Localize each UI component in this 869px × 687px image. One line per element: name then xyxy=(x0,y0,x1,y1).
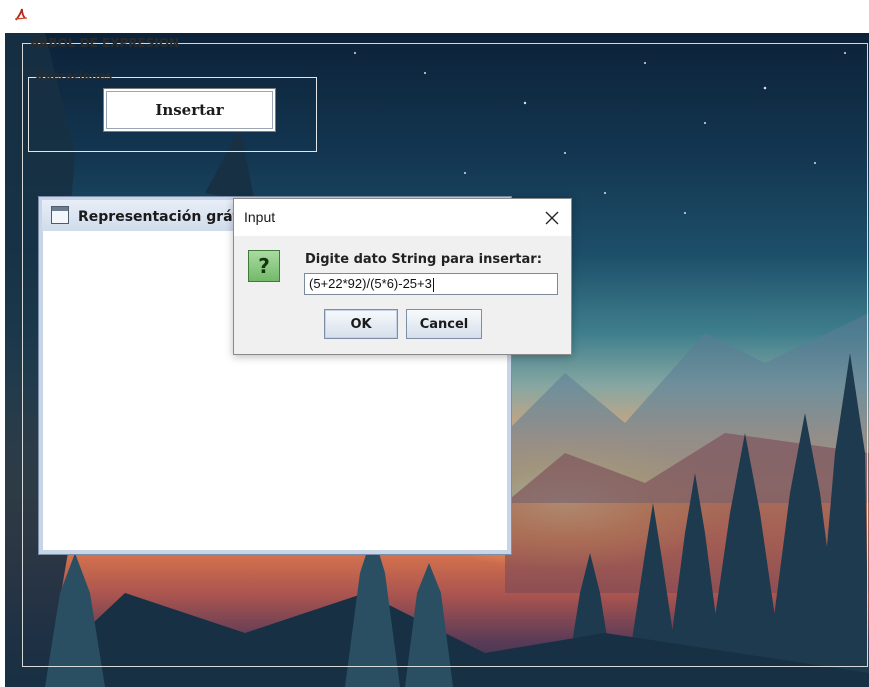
prompt-label: Digite dato String para insertar: xyxy=(305,252,542,267)
window-icon xyxy=(51,206,69,224)
input-dialog: Input ? Digite dato String para insertar… xyxy=(233,198,572,355)
java-app-icon xyxy=(14,8,28,21)
text-caret xyxy=(432,277,434,292)
insert-button[interactable]: Insertar xyxy=(103,88,276,132)
dialog-titlebar[interactable]: Input xyxy=(234,199,571,236)
app-titlebar xyxy=(0,0,869,33)
expression-input-value: (5+22*92)/(5*6)-25+3 xyxy=(309,276,432,291)
operations-title: Operaciones xyxy=(35,69,113,82)
expression-input[interactable]: (5+22*92)/(5*6)-25+3 xyxy=(304,273,558,295)
expression-tree-title: ARBOL DE EXPRESION xyxy=(30,36,180,50)
dialog-title: Input xyxy=(244,209,276,225)
question-icon: ? xyxy=(248,250,280,282)
close-icon[interactable] xyxy=(533,199,571,236)
cancel-button[interactable]: Cancel xyxy=(406,309,482,339)
ok-button[interactable]: OK xyxy=(324,309,398,339)
